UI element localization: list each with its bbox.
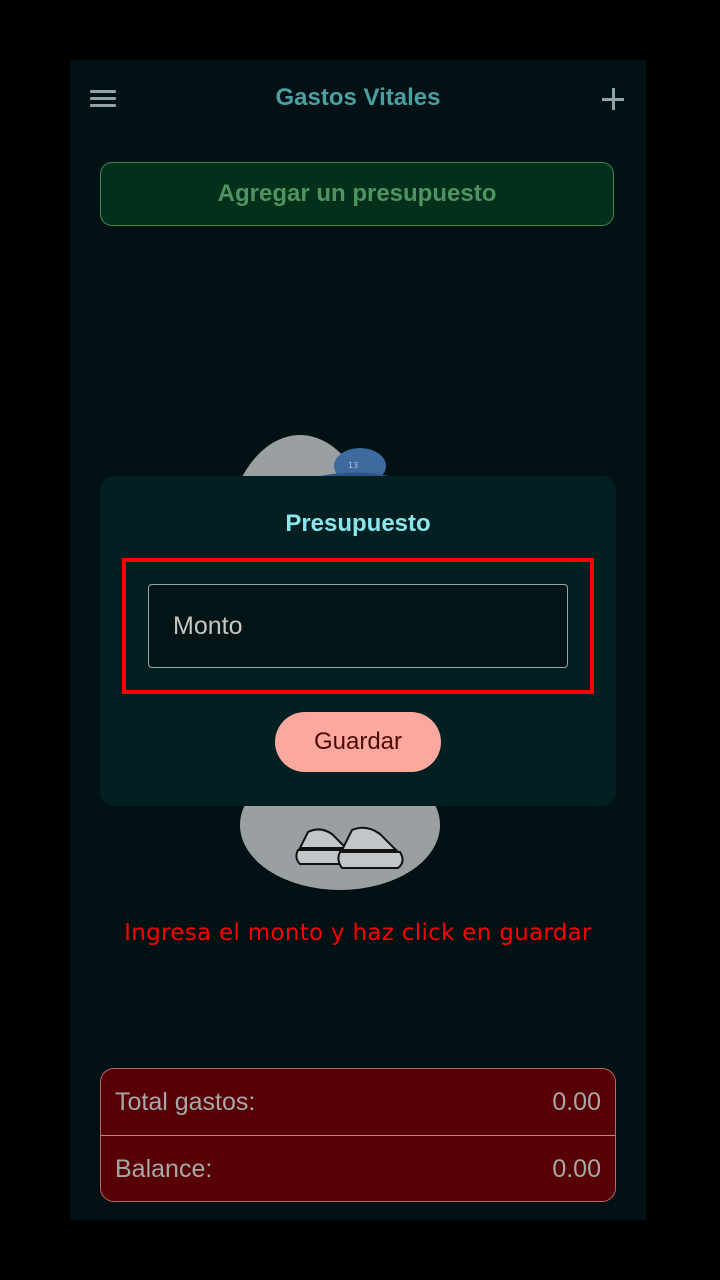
balance-row: Balance: 0.00 bbox=[101, 1135, 615, 1201]
svg-text:13: 13 bbox=[348, 461, 358, 470]
total-expenses-value: 0.00 bbox=[552, 1087, 601, 1116]
add-budget-button[interactable]: Agregar un presupuesto bbox=[100, 162, 614, 226]
app-screen: Gastos Vitales Agregar un presupuesto 13… bbox=[70, 60, 646, 1220]
amount-input[interactable] bbox=[148, 584, 568, 668]
save-button[interactable]: Guardar bbox=[275, 712, 441, 772]
app-title: Gastos Vitales bbox=[275, 84, 441, 111]
balance-value: 0.00 bbox=[552, 1154, 601, 1183]
instruction-text: Ingresa el monto y haz click en guardar bbox=[124, 920, 592, 946]
total-expenses-row: Total gastos: 0.00 bbox=[101, 1069, 615, 1135]
balance-label: Balance: bbox=[115, 1154, 213, 1183]
total-expenses-label: Total gastos: bbox=[115, 1087, 256, 1116]
dialog-title: Presupuesto bbox=[285, 510, 431, 537]
budget-dialog: Presupuesto Guardar bbox=[100, 476, 616, 806]
summary-panel: Total gastos: 0.00 Balance: 0.00 bbox=[100, 1068, 616, 1202]
plus-icon[interactable] bbox=[598, 84, 628, 114]
